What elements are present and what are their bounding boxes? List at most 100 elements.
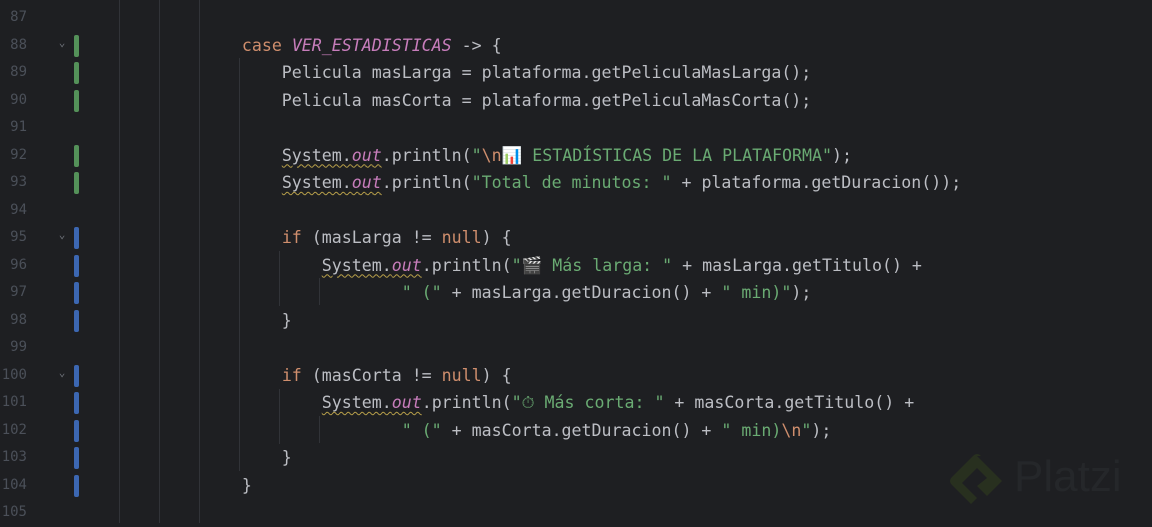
code-editor[interactable]: 87 88 ⌄ case VER_ESTADISTICAS -> {89 Pelic… <box>0 0 1152 523</box>
code-token: -> { <box>451 35 502 55</box>
code-line[interactable]: 88 ⌄ case VER_ESTADISTICAS -> { <box>0 32 1152 60</box>
code-token: + masCorta.getDuracion() + <box>441 420 722 440</box>
code-token: " min) <box>721 420 782 440</box>
code-token: } <box>82 475 252 495</box>
line-number[interactable]: 91 <box>0 114 27 142</box>
code-token: " (" <box>401 420 442 440</box>
code-token: if <box>281 228 302 247</box>
code-token: Pelicula masLarga = plataforma.getPelicu… <box>82 63 812 82</box>
change-marker-added[interactable] <box>74 62 79 84</box>
change-marker-modified[interactable] <box>74 254 79 277</box>
code-text: System.out.println("\n📊 ESTADÍSTICAS DE … <box>82 142 852 170</box>
line-number[interactable]: 102 <box>0 417 27 445</box>
fold-chevron-icon[interactable]: ⌄ <box>55 224 69 246</box>
code-text: if (masCorta != null) { <box>82 362 512 390</box>
code-token: out <box>391 255 422 275</box>
line-number[interactable]: 92 <box>0 142 27 170</box>
code-token: System. <box>281 145 352 165</box>
code-line[interactable]: 93 System.out.println("Total de minutos:… <box>0 169 1152 197</box>
code-token: ); <box>832 145 852 165</box>
code-line[interactable]: 96 System.out.println("🎬 Más larga: " + … <box>0 252 1152 280</box>
line-number[interactable]: 100 <box>0 362 27 390</box>
line-number[interactable]: 95 <box>0 224 27 252</box>
code-token: (masLarga != <box>301 228 442 247</box>
change-marker-added[interactable] <box>74 144 79 167</box>
line-number[interactable]: 98 <box>0 307 27 335</box>
code-text: if (masLarga != null) { <box>82 224 512 252</box>
line-number[interactable]: 105 <box>0 499 27 527</box>
code-token: System. <box>281 173 352 192</box>
code-token: System. <box>321 255 392 275</box>
change-marker-modified[interactable] <box>74 227 79 249</box>
line-number[interactable]: 96 <box>0 252 27 280</box>
line-number[interactable]: 90 <box>0 87 27 115</box>
code-token: + masLarga.getTitulo() + <box>672 255 922 275</box>
code-token: out <box>351 145 382 165</box>
line-number[interactable]: 87 <box>0 4 27 32</box>
code-text: System.out.println("⏱ Más corta: " + mas… <box>82 389 914 417</box>
change-marker-modified[interactable] <box>74 282 79 304</box>
code-token: } <box>82 310 292 330</box>
change-marker-modified[interactable] <box>74 392 79 414</box>
fold-chevron-icon[interactable]: ⌄ <box>55 32 69 54</box>
code-token: Pelicula masCorta = plataforma.getPelicu… <box>82 90 812 110</box>
code-token: " (" <box>401 283 442 302</box>
code-line[interactable]: 95 ⌄ if (masLarga != null) { <box>0 224 1152 252</box>
line-number[interactable]: 103 <box>0 444 27 472</box>
code-line[interactable]: 101 System.out.println("⏱ Más corta: " +… <box>0 389 1152 417</box>
code-line[interactable]: 100 ⌄ if (masCorta != null) { <box>0 362 1152 390</box>
code-line[interactable]: 94 <box>0 197 1152 225</box>
code-token: ) { <box>481 228 512 247</box>
line-number[interactable]: 97 <box>0 279 27 307</box>
code-token: + masLarga.getDuracion() + <box>441 283 722 302</box>
code-line[interactable]: 89 Pelicula masLarga = plataforma.getPel… <box>0 59 1152 87</box>
code-line[interactable]: 91 <box>0 114 1152 142</box>
fold-chevron-icon[interactable]: ⌄ <box>55 362 69 384</box>
code-line[interactable]: 97 " (" + masLarga.getDuracion() + " min… <box>0 279 1152 307</box>
code-text: " (" + masLarga.getDuracion() + " min)")… <box>82 279 812 307</box>
code-token: VER_ESTADISTICAS <box>291 35 452 55</box>
line-number[interactable]: 101 <box>0 389 27 417</box>
code-line[interactable]: 92 System.out.println("\n📊 ESTADÍSTICAS … <box>0 142 1152 170</box>
change-marker-modified[interactable] <box>74 447 79 469</box>
code-text: case VER_ESTADISTICAS -> { <box>82 32 502 60</box>
code-token: out <box>391 393 422 412</box>
change-marker-modified[interactable] <box>74 419 79 442</box>
change-marker-modified[interactable] <box>74 364 79 387</box>
change-marker-added[interactable] <box>74 172 79 194</box>
code-token: System. <box>321 393 392 412</box>
code-token: null <box>441 365 482 385</box>
code-token: ); <box>811 420 832 440</box>
code-line[interactable]: 98 } <box>0 307 1152 335</box>
line-number[interactable]: 93 <box>0 169 27 197</box>
code-line[interactable]: 90 Pelicula masCorta = plataforma.getPel… <box>0 87 1152 115</box>
code-token: .println( <box>421 255 512 275</box>
change-marker-modified[interactable] <box>74 474 79 497</box>
code-token: " <box>471 145 482 165</box>
change-marker-added[interactable] <box>74 89 79 112</box>
code-text: } <box>82 472 252 500</box>
change-marker-added[interactable] <box>74 34 79 57</box>
code-line[interactable]: 87 <box>0 4 1152 32</box>
line-number[interactable]: 99 <box>0 334 27 362</box>
code-text: } <box>82 307 292 335</box>
line-number[interactable]: 89 <box>0 59 27 87</box>
code-token: out <box>351 173 382 192</box>
code-token: "Total de minutos: " <box>471 173 672 192</box>
code-text: " (" + masCorta.getDuracion() + " min)\n… <box>82 417 832 445</box>
line-number[interactable]: 104 <box>0 472 27 500</box>
code-line[interactable]: 99 <box>0 334 1152 362</box>
change-marker-modified[interactable] <box>74 309 79 332</box>
code-text: Pelicula masLarga = plataforma.getPelicu… <box>82 59 812 87</box>
code-token: + plataforma.getDuracion()); <box>671 173 962 192</box>
line-number[interactable]: 88 <box>0 32 27 60</box>
line-number[interactable]: 94 <box>0 197 27 225</box>
code-line[interactable]: 102 " (" + masCorta.getDuracion() + " mi… <box>0 417 1152 445</box>
code-token: .println( <box>381 173 472 192</box>
